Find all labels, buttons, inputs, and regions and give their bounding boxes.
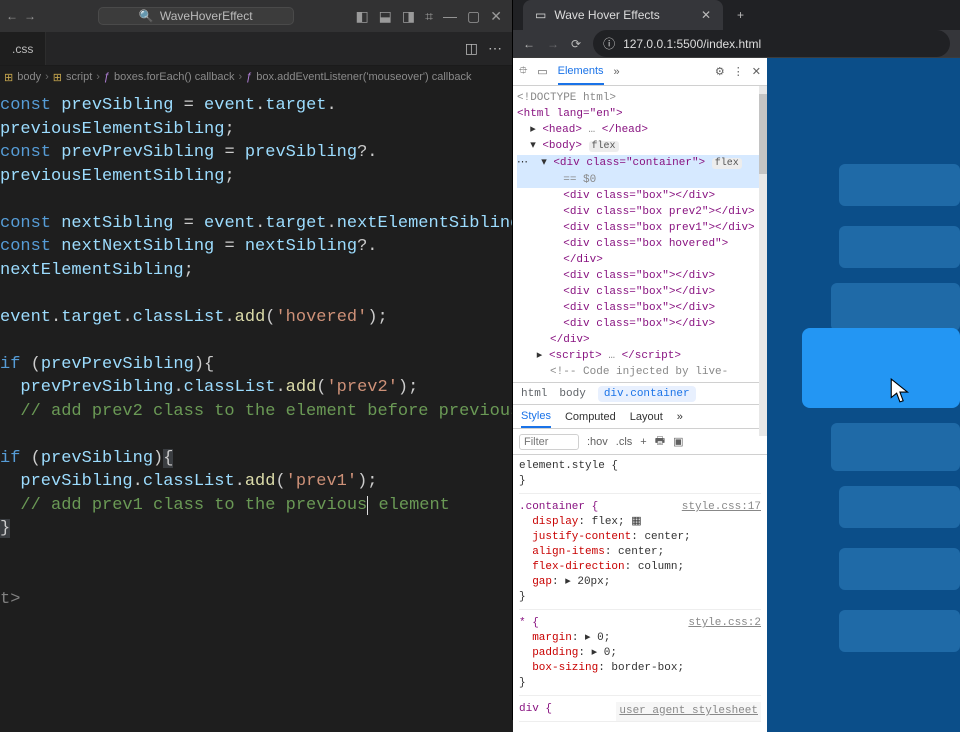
forward-icon[interactable]: → — [547, 37, 559, 51]
styles-tabs: Styles Computed Layout » — [513, 405, 767, 429]
split-editor-icon[interactable]: ◫ — [465, 40, 478, 57]
devtools-scrollbar[interactable] — [759, 86, 767, 436]
browser-tabstrip: ▭ Wave Hover Effects ✕ + — [513, 0, 960, 30]
url-text: 127.0.0.1:5500/index.html — [623, 37, 761, 51]
code-editor[interactable]: const prevSibling = event.target. previo… — [0, 88, 512, 720]
inspect-icon[interactable]: ⯐ — [519, 62, 527, 81]
wave-box[interactable] — [839, 548, 960, 590]
editor-tab[interactable]: .css — [0, 32, 46, 65]
cls-toggle[interactable]: .cls — [616, 436, 633, 448]
dom-tree[interactable]: <!DOCTYPE html> <html lang="en"> ▸ <head… — [513, 86, 767, 383]
wave-box[interactable] — [839, 226, 960, 268]
layout-left-icon[interactable]: ◧ — [355, 8, 368, 25]
browser-tab[interactable]: ▭ Wave Hover Effects ✕ — [523, 0, 723, 30]
tab-favicon-icon: ▭ — [535, 8, 546, 22]
styles-filter-input[interactable] — [519, 434, 579, 450]
more-actions-icon[interactable]: ⋯ — [488, 40, 502, 57]
wave-box[interactable] — [831, 283, 960, 331]
settings-icon[interactable]: ⚙ — [715, 65, 725, 78]
wave-box[interactable] — [831, 423, 960, 471]
wave-box[interactable] — [839, 164, 960, 206]
wave-box[interactable] — [839, 610, 960, 652]
boxmodel-icon[interactable]: ▣ — [673, 435, 683, 448]
reload-icon[interactable]: ⟳ — [571, 37, 581, 51]
tab-layout[interactable]: Layout — [630, 411, 663, 423]
tab-elements[interactable]: Elements — [558, 65, 604, 85]
new-tab-button[interactable]: + — [727, 0, 754, 30]
devtools-tabs: ⯐ ▭ Elements » ⚙ ⋮ ✕ — [513, 58, 767, 86]
workspace-title: WaveHoverEffect — [160, 9, 253, 23]
dom-breadcrumb[interactable]: html body div.container — [513, 383, 767, 405]
tab-close-icon[interactable]: ✕ — [701, 8, 711, 22]
cursor-icon — [890, 378, 912, 404]
hov-toggle[interactable]: :hov — [587, 436, 608, 448]
layout-grid-icon[interactable]: ⌗ — [425, 8, 433, 25]
layout-right-icon[interactable]: ◨ — [402, 8, 415, 25]
styles-pane[interactable]: element.style { } style.css:17 .containe… — [513, 455, 767, 732]
vscode-window: ← → 🔍 WaveHoverEffect ◧ ⬓ ◨ ⌗ ― ▢ ✕ .css… — [0, 0, 512, 720]
address-bar[interactable]: ⓘ 127.0.0.1:5500/index.html — [593, 30, 950, 57]
search-icon: 🔍 — [139, 9, 154, 23]
minimize-icon[interactable]: ― — [443, 8, 457, 25]
devtools-panel: ⯐ ▭ Elements » ⚙ ⋮ ✕ <!DOCTYPE html> <ht… — [513, 58, 767, 732]
maximize-icon[interactable]: ▢ — [467, 8, 480, 25]
command-center[interactable]: 🔍 WaveHoverEffect — [98, 7, 294, 25]
browser-toolbar: ← → ⟳ ⓘ 127.0.0.1:5500/index.html — [513, 30, 960, 58]
tab-styles[interactable]: Styles — [521, 410, 551, 428]
site-info-icon[interactable]: ⓘ — [603, 35, 615, 52]
breadcrumb[interactable]: ⊞body› ⊞script› ƒboxes.forEach() callbac… — [0, 66, 512, 88]
more-tabs-icon[interactable]: » — [614, 66, 620, 78]
back-icon[interactable]: ← — [523, 37, 535, 51]
layout-bottom-icon[interactable]: ⬓ — [379, 8, 392, 25]
editor-tabstrip: .css ◫ ⋯ — [0, 32, 512, 66]
kebab-icon[interactable]: ⋮ — [733, 65, 744, 78]
tab-filename: .css — [12, 42, 33, 56]
page-preview — [767, 58, 960, 732]
tab-title: Wave Hover Effects — [554, 8, 659, 22]
styles-filter-bar: :hov .cls + 🖶 ▣ — [513, 429, 767, 455]
arrow-right-icon[interactable]: → — [24, 9, 36, 23]
tab-computed[interactable]: Computed — [565, 411, 616, 423]
close-window-icon[interactable]: ✕ — [490, 8, 502, 25]
new-style-icon[interactable]: + — [640, 436, 646, 448]
print-icon[interactable]: 🖶 — [655, 432, 665, 451]
device-toggle-icon[interactable]: ▭ — [537, 65, 547, 78]
browser-window: ▭ Wave Hover Effects ✕ + ← → ⟳ ⓘ 127.0.0… — [512, 0, 960, 720]
vscode-titlebar: ← → 🔍 WaveHoverEffect ◧ ⬓ ◨ ⌗ ― ▢ ✕ — [0, 0, 512, 32]
arrow-left-icon[interactable]: ← — [6, 9, 18, 23]
wave-box[interactable] — [839, 486, 960, 528]
more-styles-icon[interactable]: » — [677, 411, 683, 423]
wave-box-hovered[interactable] — [802, 328, 960, 408]
devtools-close-icon[interactable]: ✕ — [752, 65, 761, 78]
